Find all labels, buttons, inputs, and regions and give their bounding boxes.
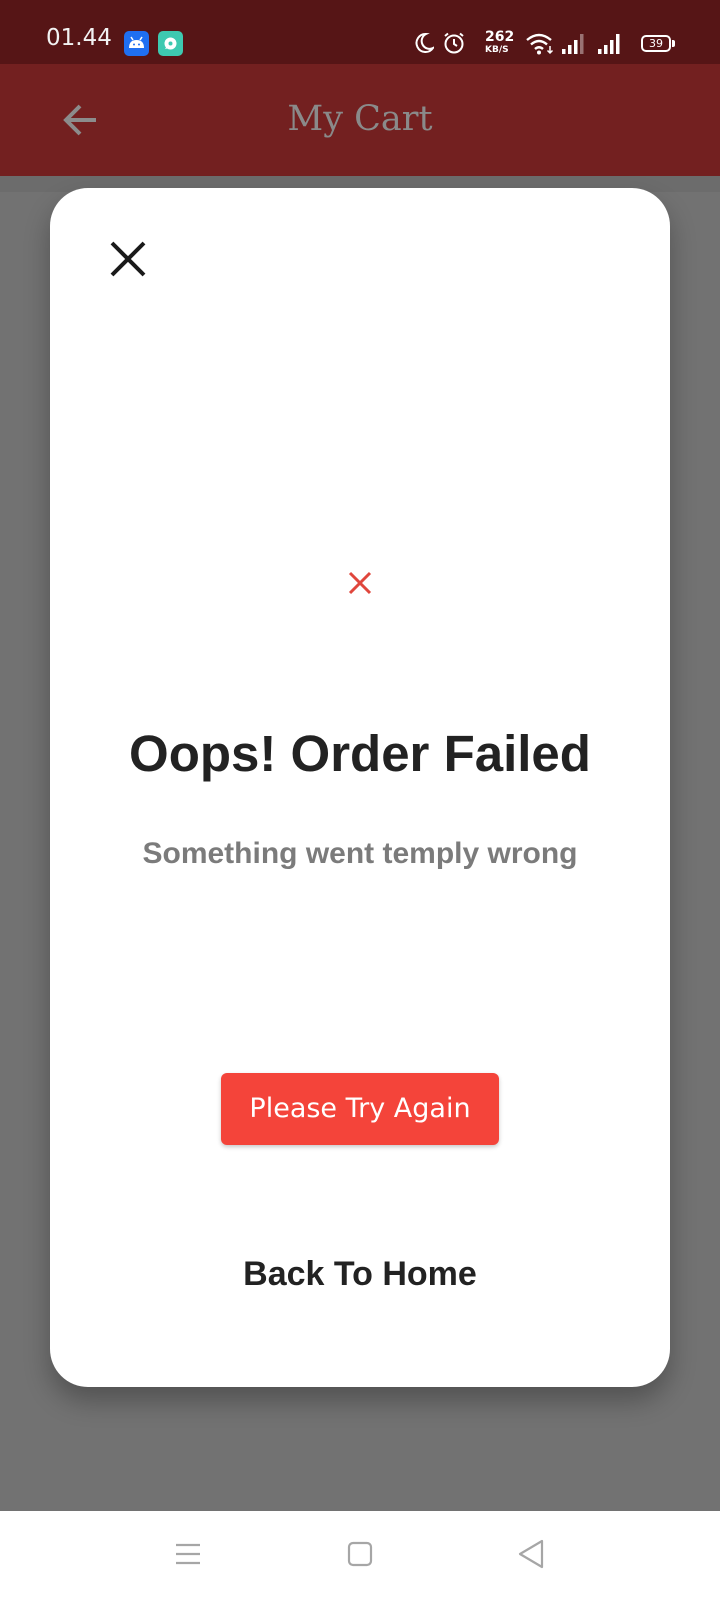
alarm-icon <box>444 32 464 54</box>
android-icon <box>124 31 149 56</box>
moon-icon <box>415 32 434 53</box>
wifi-icon <box>526 33 554 55</box>
chat-app-icon <box>158 31 183 56</box>
battery-level: 39 <box>641 35 671 52</box>
page-title: My Cart <box>287 99 433 139</box>
order-failed-dialog <box>50 188 670 1387</box>
back-icon[interactable] <box>517 1539 545 1569</box>
status-time: 01.44 <box>46 25 112 51</box>
home-icon[interactable] <box>347 1541 373 1567</box>
error-x-icon <box>348 571 372 595</box>
signal-icon <box>562 34 584 54</box>
close-icon[interactable] <box>109 240 147 278</box>
network-speed-unit: KB/S <box>485 45 509 55</box>
battery-tip <box>672 40 675 47</box>
back-to-home-link[interactable]: Back To Home <box>50 1252 670 1296</box>
menu-icon[interactable] <box>174 1542 202 1566</box>
dialog-message: Something went temply wrong <box>142 837 578 870</box>
network-speed-value: 262 <box>485 29 515 45</box>
dialog-title: Oops! Order Failed <box>129 725 591 782</box>
status-bar: 01.44 262 KB/S 39 <box>0 0 720 64</box>
try-again-button[interactable]: Please Try Again <box>221 1073 499 1145</box>
system-nav-bar <box>0 1511 720 1600</box>
signal-icon <box>598 34 620 54</box>
